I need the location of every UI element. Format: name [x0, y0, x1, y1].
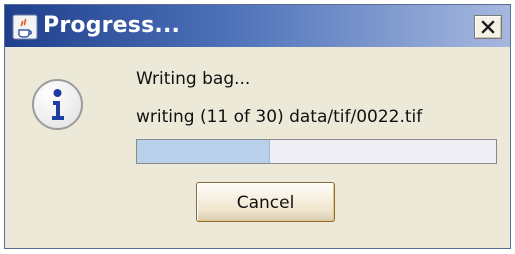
- progress-detail: writing (11 of 30) data/tif/0022.tif: [136, 107, 423, 127]
- close-icon: [481, 20, 495, 34]
- dialog-content: Writing bag... writing (11 of 30) data/t…: [5, 47, 510, 248]
- title-bar[interactable]: Progress...: [5, 5, 510, 47]
- window-title: Progress...: [43, 13, 181, 38]
- progress-bar: [136, 139, 497, 164]
- progress-message: Writing bag...: [136, 69, 251, 89]
- progress-dialog: Progress... Writing bag... writing (11 o…: [4, 4, 511, 249]
- cancel-button[interactable]: Cancel: [196, 182, 335, 222]
- info-icon: [32, 79, 83, 130]
- java-cup-icon: [12, 14, 38, 40]
- close-button[interactable]: [474, 15, 502, 39]
- progress-fill: [137, 140, 270, 163]
